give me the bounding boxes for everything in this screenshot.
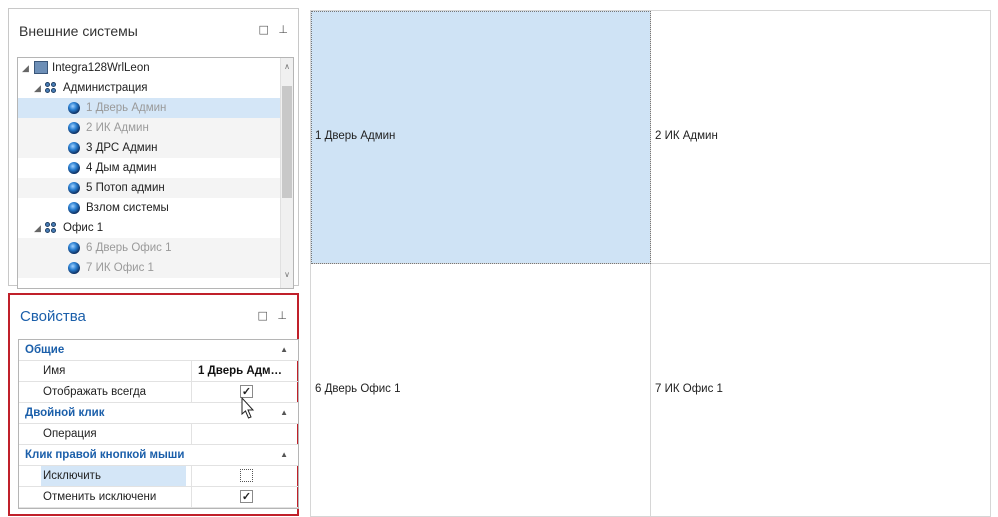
- tree-item[interactable]: Взлом системы: [18, 198, 281, 218]
- pin-icon[interactable]: ⊥: [278, 23, 288, 36]
- tree-item[interactable]: 5 Потоп админ: [18, 178, 281, 198]
- checkbox[interactable]: ✓: [240, 490, 253, 503]
- tree-item[interactable]: 1 Дверь Админ: [18, 98, 281, 118]
- left-sidebar: Внешние системы □ ⊥ ◢ Integra128WrlLeon …: [0, 0, 304, 516]
- tree-item[interactable]: 3 ДРС Админ: [18, 138, 281, 158]
- zone-icon: [68, 162, 80, 174]
- property-value: [191, 466, 298, 486]
- property-value: ✓: [191, 487, 298, 507]
- property-row[interactable]: Исключить: [19, 466, 298, 487]
- zone-icon: [68, 262, 80, 274]
- external-systems-panel: Внешние системы □ ⊥ ◢ Integra128WrlLeon …: [8, 8, 299, 289]
- zones-view: 1 Дверь Админ 2 ИК Админ 6 Дверь Офис 1 …: [310, 10, 991, 517]
- tree-group[interactable]: ◢ Администрация: [18, 78, 281, 98]
- computer-icon: [34, 61, 48, 74]
- collapse-icon[interactable]: ◢: [22, 58, 29, 78]
- panel-title: Свойства: [20, 308, 86, 325]
- zone-cell[interactable]: 6 Дверь Офис 1: [311, 264, 651, 517]
- zone-icon: [68, 122, 80, 134]
- zone-icon: [68, 102, 80, 114]
- property-category[interactable]: Клик правой кнопкой мыши ▲: [19, 445, 298, 466]
- zone-cell[interactable]: 1 Дверь Админ: [311, 11, 651, 264]
- property-category[interactable]: Общие ▲: [19, 340, 298, 361]
- group-icon: [45, 222, 57, 234]
- tree-item[interactable]: 2 ИК Админ: [18, 118, 281, 138]
- collapse-up-icon[interactable]: ▲: [280, 403, 288, 423]
- systems-tree: ◢ Integra128WrlLeon ◢ Администрация 1 Дв…: [17, 57, 294, 289]
- checkbox[interactable]: [240, 469, 253, 482]
- panel-buttons: □ ⊥: [253, 23, 289, 36]
- tree-item[interactable]: 4 Дым админ: [18, 158, 281, 178]
- panel-buttons: □ ⊥: [252, 309, 288, 322]
- property-row[interactable]: Операция: [19, 424, 298, 445]
- property-row[interactable]: Отменить исключени ✓: [19, 487, 298, 508]
- group-icon: [45, 82, 57, 94]
- scroll-down-icon[interactable]: ∨: [282, 270, 292, 279]
- collapse-icon[interactable]: ◢: [34, 78, 41, 98]
- minimize-icon[interactable]: □: [258, 309, 268, 322]
- property-value[interactable]: [191, 424, 298, 444]
- zone-icon: [68, 182, 80, 194]
- zone-icon: [68, 142, 80, 154]
- pin-icon[interactable]: ⊥: [277, 309, 287, 322]
- tree-item[interactable]: 7 ИК Офис 1: [18, 258, 281, 278]
- collapse-up-icon[interactable]: ▲: [280, 445, 288, 465]
- zone-icon: [68, 202, 80, 214]
- property-value[interactable]: 1 Дверь Адм…: [191, 361, 298, 381]
- tree-item[interactable]: 6 Дверь Офис 1: [18, 238, 281, 258]
- property-grid: Общие ▲ Имя 1 Дверь Адм… Отображать всег…: [18, 339, 299, 509]
- collapse-icon[interactable]: ◢: [34, 218, 41, 238]
- tree-scrollbar[interactable]: ∧ ∨: [280, 58, 293, 288]
- zone-icon: [68, 242, 80, 254]
- scroll-thumb[interactable]: [282, 86, 292, 198]
- tree-group[interactable]: ◢ Офис 1: [18, 218, 281, 238]
- zone-cell[interactable]: 7 ИК Офис 1: [651, 264, 991, 517]
- tree-root[interactable]: ◢ Integra128WrlLeon: [18, 58, 281, 78]
- property-row[interactable]: Имя 1 Дверь Адм…: [19, 361, 298, 382]
- collapse-up-icon[interactable]: ▲: [280, 340, 288, 360]
- minimize-icon[interactable]: □: [259, 23, 269, 36]
- zone-cell[interactable]: 2 ИК Админ: [651, 11, 991, 264]
- mouse-cursor-icon: [241, 396, 255, 419]
- panel-title: Внешние системы: [19, 23, 138, 39]
- scroll-up-icon[interactable]: ∧: [282, 62, 292, 71]
